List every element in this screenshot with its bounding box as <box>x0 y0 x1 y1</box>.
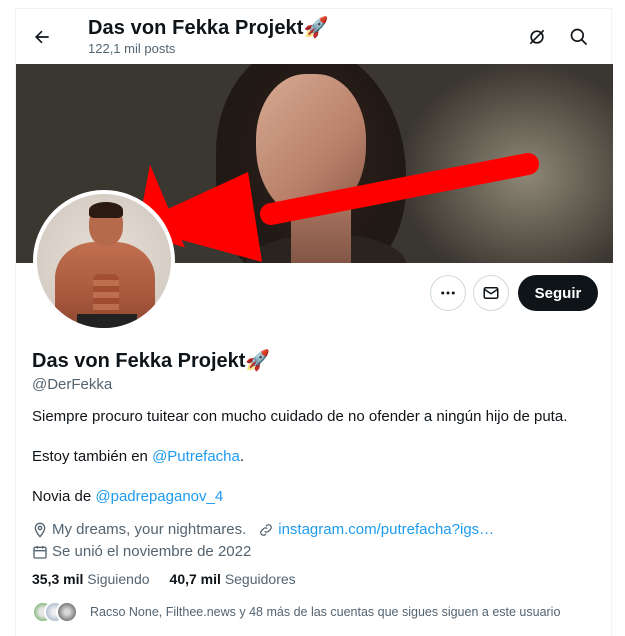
more-horizontal-icon <box>441 291 455 295</box>
website-item: instagram.com/putrefacha?igs… <box>258 520 494 540</box>
post-count: 122,1 mil posts <box>88 41 176 56</box>
joined-item: Se unió el noviembre de 2022 <box>32 542 251 562</box>
bio-line-3: Novia de @padrepaganov_4 <box>32 487 602 507</box>
eye-slash-icon <box>529 29 545 45</box>
bio-line-2: Estoy también en @Putrefacha. <box>32 447 602 467</box>
mutual-avatar-3 <box>56 601 78 623</box>
following-link[interactable]: 35,3 mil Siguiendo <box>32 569 150 589</box>
message-button[interactable] <box>473 275 509 311</box>
envelope-icon <box>483 287 499 299</box>
putrefacha-mention-link[interactable]: @Putrefacha <box>152 448 240 465</box>
location-pin-icon <box>34 522 46 538</box>
avatar-photo-abs <box>93 274 119 314</box>
search-button[interactable] <box>565 23 593 51</box>
followers-link[interactable]: 40,7 mil Seguidores <box>170 569 296 589</box>
bio-line-2-suffix: . <box>239 448 245 465</box>
header-title: Das von Fekka Projekt🚀 <box>88 17 329 39</box>
avatar-photo-hair <box>89 202 123 218</box>
profile-stats: 35,3 mil Siguiendo 40,7 mil Seguidores <box>32 569 316 589</box>
link-icon <box>260 524 273 536</box>
location-item: My dreams, your nightmares. <box>32 520 246 540</box>
following-count: 35,3 mil <box>32 571 84 587</box>
header-title-block: Das von Fekka Projekt🚀 122,1 mil posts <box>88 15 329 57</box>
bio-line-3-text: Novia de <box>32 488 96 505</box>
display-name: Das von Fekka Projekt🚀 <box>32 350 271 372</box>
profile-meta: My dreams, your nightmares. instagram.co… <box>32 519 506 563</box>
profile-page: Das von Fekka Projekt🚀 122,1 mil posts S… <box>15 8 613 636</box>
more-options-button[interactable] <box>430 275 466 311</box>
arrow-left-icon <box>35 30 49 44</box>
bio-line-1: Siempre procuro tuitear con mucho cuidad… <box>32 408 568 425</box>
user-handle: @DerFekka <box>32 376 113 393</box>
avatar-photo-shorts <box>77 314 137 328</box>
following-label: Siguiendo <box>87 571 150 587</box>
padrepaganov-mention-link[interactable]: @padrepaganov_4 <box>95 488 223 505</box>
location-text: My dreams, your nightmares. <box>52 521 247 538</box>
back-button[interactable] <box>28 23 56 51</box>
website-link[interactable]: instagram.com/putrefacha?igs… <box>278 520 494 540</box>
calendar-icon <box>33 546 47 559</box>
follow-button[interactable]: Seguir <box>518 275 598 311</box>
followers-count: 40,7 mil <box>169 571 221 587</box>
profile-header: Das von Fekka Projekt🚀 122,1 mil posts <box>16 9 613 65</box>
hide-posts-button[interactable] <box>523 23 551 51</box>
followers-you-know-text: Racso None, Filthee.news y 48 más de las… <box>90 605 561 619</box>
mutual-avatars <box>32 601 82 623</box>
followers-label: Seguidores <box>224 571 296 587</box>
profile-avatar[interactable] <box>33 190 175 332</box>
joined-text: Se unió el noviembre de 2022 <box>52 543 252 560</box>
meta-row-2: Se unió el noviembre de 2022 <box>32 541 506 563</box>
profile-info: Das von Fekka Projekt🚀 @DerFekka Siempre… <box>32 349 602 527</box>
bio: Siempre procuro tuitear con mucho cuidad… <box>32 407 602 507</box>
bio-line-2-text: Estoy también en <box>32 448 153 465</box>
search-icon <box>570 28 588 46</box>
followers-you-know[interactable]: Racso None, Filthee.news y 48 más de las… <box>32 601 560 623</box>
meta-row-1: My dreams, your nightmares. instagram.co… <box>32 519 506 541</box>
